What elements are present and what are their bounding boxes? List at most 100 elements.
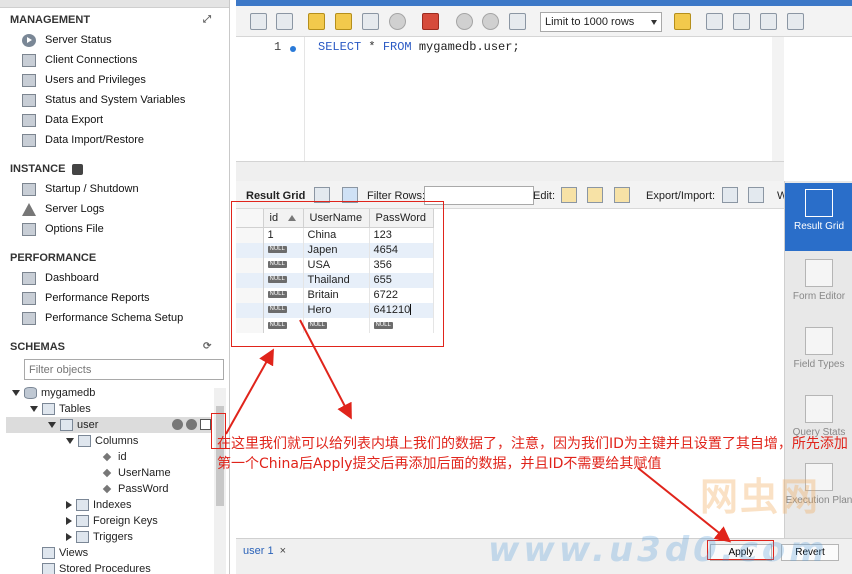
table-row[interactable]: NULL Britain 6722	[236, 287, 434, 303]
autocommit-icon[interactable]	[509, 13, 526, 30]
cell-password[interactable]: 655	[369, 272, 434, 288]
filter-rows-input[interactable]	[424, 186, 534, 205]
cell-id[interactable]: NULL	[263, 242, 304, 258]
nav-status-variables[interactable]: Status and System Variables	[0, 90, 228, 110]
table-row[interactable]: NULL USA 356	[236, 257, 434, 273]
row-header[interactable]	[236, 272, 264, 288]
cell-username[interactable]: China	[303, 227, 370, 243]
nav-options-file[interactable]: Options File	[0, 219, 228, 239]
save-icon[interactable]	[276, 13, 293, 30]
editor-scrollbar[interactable]	[772, 37, 784, 161]
close-icon[interactable]: ×	[280, 545, 286, 557]
beautify-icon[interactable]	[706, 13, 723, 30]
nav-data-export[interactable]: Data Export	[0, 110, 228, 130]
cell-username[interactable]: USA	[303, 257, 370, 273]
cell-id[interactable]: NULL	[263, 317, 304, 333]
result-grid-button[interactable]: Result Grid	[785, 183, 852, 251]
tree-foreign-keys[interactable]: Foreign Keys	[66, 513, 158, 529]
cell-password[interactable]: 4654	[369, 242, 434, 258]
tree-indexes[interactable]: Indexes	[66, 497, 132, 513]
row-header[interactable]	[236, 317, 264, 333]
table-row[interactable]: NULL Thailand 655	[236, 272, 434, 288]
cell-password[interactable]: 356	[369, 257, 434, 273]
collapse-icon[interactable]	[48, 422, 56, 429]
rollback-icon[interactable]	[482, 13, 499, 30]
grid-layout-icon[interactable]	[314, 187, 330, 203]
cell-password[interactable]: 641210	[369, 302, 434, 318]
cell-password[interactable]: 6722	[369, 287, 434, 303]
limit-rows-select[interactable]: Limit to 1000 rows	[540, 12, 662, 32]
result-tab-user[interactable]: user 1 ×	[243, 545, 286, 557]
toggle-error-icon[interactable]	[422, 13, 439, 30]
row-header[interactable]	[236, 287, 264, 303]
execute-current-icon[interactable]	[335, 13, 352, 30]
result-grid-tab[interactable]: Result Grid	[246, 190, 305, 202]
row-header[interactable]	[236, 227, 264, 243]
collapse-icon[interactable]	[12, 390, 20, 397]
column-header-password[interactable]: PassWord	[369, 209, 434, 228]
field-types-button[interactable]: Field Types	[785, 321, 852, 389]
nav-data-import[interactable]: Data Import/Restore	[0, 130, 228, 150]
row-header[interactable]	[236, 242, 264, 258]
sql-code-line[interactable]: SELECT * FROM mygamedb.user;	[318, 40, 520, 54]
form-editor-button[interactable]: Form Editor	[785, 253, 852, 321]
execute-icon[interactable]	[308, 13, 325, 30]
cell-username[interactable]: NULL	[303, 317, 370, 333]
edit-row-icon[interactable]	[561, 187, 577, 203]
export-icon[interactable]	[722, 187, 738, 203]
cell-id[interactable]: 1	[263, 227, 304, 243]
wrap-lines-icon[interactable]	[787, 13, 804, 30]
cell-username[interactable]: Britain	[303, 287, 370, 303]
table-row-new[interactable]: NULL NULL NULL	[236, 317, 434, 333]
nav-dashboard[interactable]: Dashboard	[0, 268, 228, 288]
table-data-icon[interactable]	[200, 419, 211, 430]
expand-icon[interactable]: ⤢	[203, 14, 214, 25]
refresh-icon[interactable]: ⟳	[203, 341, 214, 352]
tree-column-id[interactable]: id	[102, 449, 127, 465]
nav-performance-reports[interactable]: Performance Reports	[0, 288, 228, 308]
cell-id[interactable]: NULL	[263, 287, 304, 303]
tree-columns[interactable]: Columns	[66, 433, 138, 449]
tree-column-username[interactable]: UserName	[102, 465, 171, 481]
import-icon[interactable]	[748, 187, 764, 203]
refresh-grid-icon[interactable]	[342, 187, 358, 203]
invisible-chars-icon[interactable]	[760, 13, 777, 30]
nav-users-privileges[interactable]: Users and Privileges	[0, 70, 228, 90]
row-header[interactable]	[236, 302, 264, 318]
open-file-icon[interactable]	[250, 13, 267, 30]
cell-password[interactable]: NULL	[369, 317, 434, 333]
cell-password[interactable]: 123	[369, 227, 434, 243]
tree-views[interactable]: Views	[42, 545, 88, 561]
nav-client-connections[interactable]: Client Connections	[0, 50, 228, 70]
expand-icon[interactable]	[66, 501, 72, 510]
bookmark-star-icon[interactable]	[674, 13, 691, 30]
tree-tables[interactable]: Tables	[30, 401, 91, 417]
cell-username[interactable]: Hero	[303, 302, 370, 318]
filter-objects-input[interactable]	[24, 359, 224, 380]
tree-column-password[interactable]: PassWord	[102, 481, 169, 497]
wrench-icon[interactable]	[186, 419, 197, 430]
navigator-scrollbar[interactable]	[214, 388, 226, 574]
editor-hscroll[interactable]	[236, 161, 784, 181]
collapse-icon[interactable]	[30, 406, 38, 413]
collapse-icon[interactable]	[66, 438, 74, 445]
expand-icon[interactable]	[66, 517, 72, 526]
row-header[interactable]	[236, 257, 264, 273]
find-icon[interactable]	[733, 13, 750, 30]
stop-icon[interactable]	[389, 13, 406, 30]
cell-id[interactable]: NULL	[263, 302, 304, 318]
cell-id[interactable]: NULL	[263, 257, 304, 273]
add-row-icon[interactable]	[587, 187, 603, 203]
nav-server-logs[interactable]: Server Logs	[0, 199, 228, 219]
nav-server-status[interactable]: Server Status	[0, 30, 228, 50]
column-header-id[interactable]: id	[263, 209, 304, 228]
tree-triggers[interactable]: Triggers	[66, 529, 133, 545]
cell-username[interactable]: Japen	[303, 242, 370, 258]
commit-icon[interactable]	[456, 13, 473, 30]
tree-db[interactable]: mygamedb	[12, 385, 95, 401]
tree-table-user[interactable]: user	[6, 417, 212, 433]
delete-row-icon[interactable]	[614, 187, 630, 203]
tree-stored-procedures[interactable]: Stored Procedures	[42, 561, 151, 574]
nav-startup-shutdown[interactable]: Startup / Shutdown	[0, 179, 228, 199]
table-row[interactable]: 1 China 123	[236, 227, 434, 243]
